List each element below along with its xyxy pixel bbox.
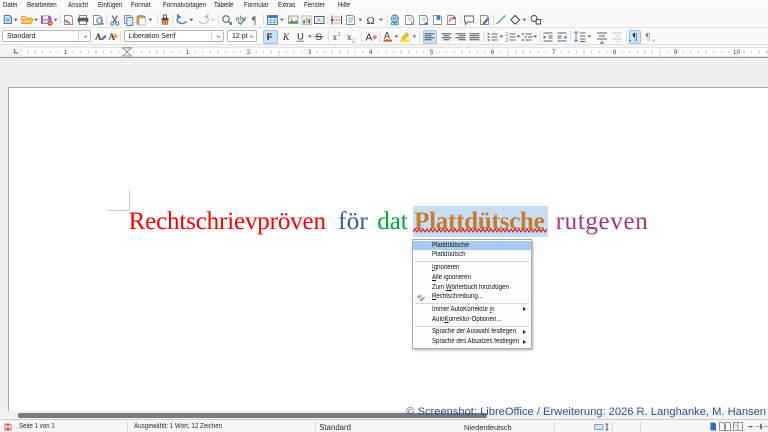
svg-text:¶: ¶ — [252, 16, 257, 27]
svg-text:7: 7 — [552, 49, 556, 56]
svg-text:d: d — [230, 21, 233, 27]
svg-text:4: 4 — [369, 49, 373, 56]
svg-text:2: 2 — [247, 49, 251, 56]
svg-text:10: 10 — [733, 49, 741, 56]
svg-text:3: 3 — [308, 49, 312, 56]
svg-text:8: 8 — [613, 49, 617, 56]
svg-text:2: 2 — [338, 32, 341, 38]
svg-text:1: 1 — [186, 49, 190, 56]
svg-text:2: 2 — [506, 38, 509, 44]
svg-text:ab: ab — [417, 294, 423, 299]
svg-text:1: 1 — [64, 49, 68, 56]
svg-text:K: K — [282, 33, 290, 43]
svg-text:A: A — [95, 32, 102, 42]
svg-text:¶: ¶ — [633, 32, 638, 43]
svg-text:A: A — [317, 18, 322, 25]
svg-text:S: S — [316, 32, 322, 43]
svg-text:2: 2 — [352, 39, 355, 45]
svg-text:A: A — [384, 31, 390, 41]
svg-text:F: F — [267, 32, 273, 43]
svg-text:Ω: Ω — [367, 15, 375, 27]
svg-text:6: 6 — [491, 49, 495, 56]
svg-text:5: 5 — [430, 49, 434, 56]
svg-text:A: A — [366, 33, 373, 44]
svg-text:9: 9 — [674, 49, 678, 56]
svg-text:¶: ¶ — [646, 32, 651, 43]
